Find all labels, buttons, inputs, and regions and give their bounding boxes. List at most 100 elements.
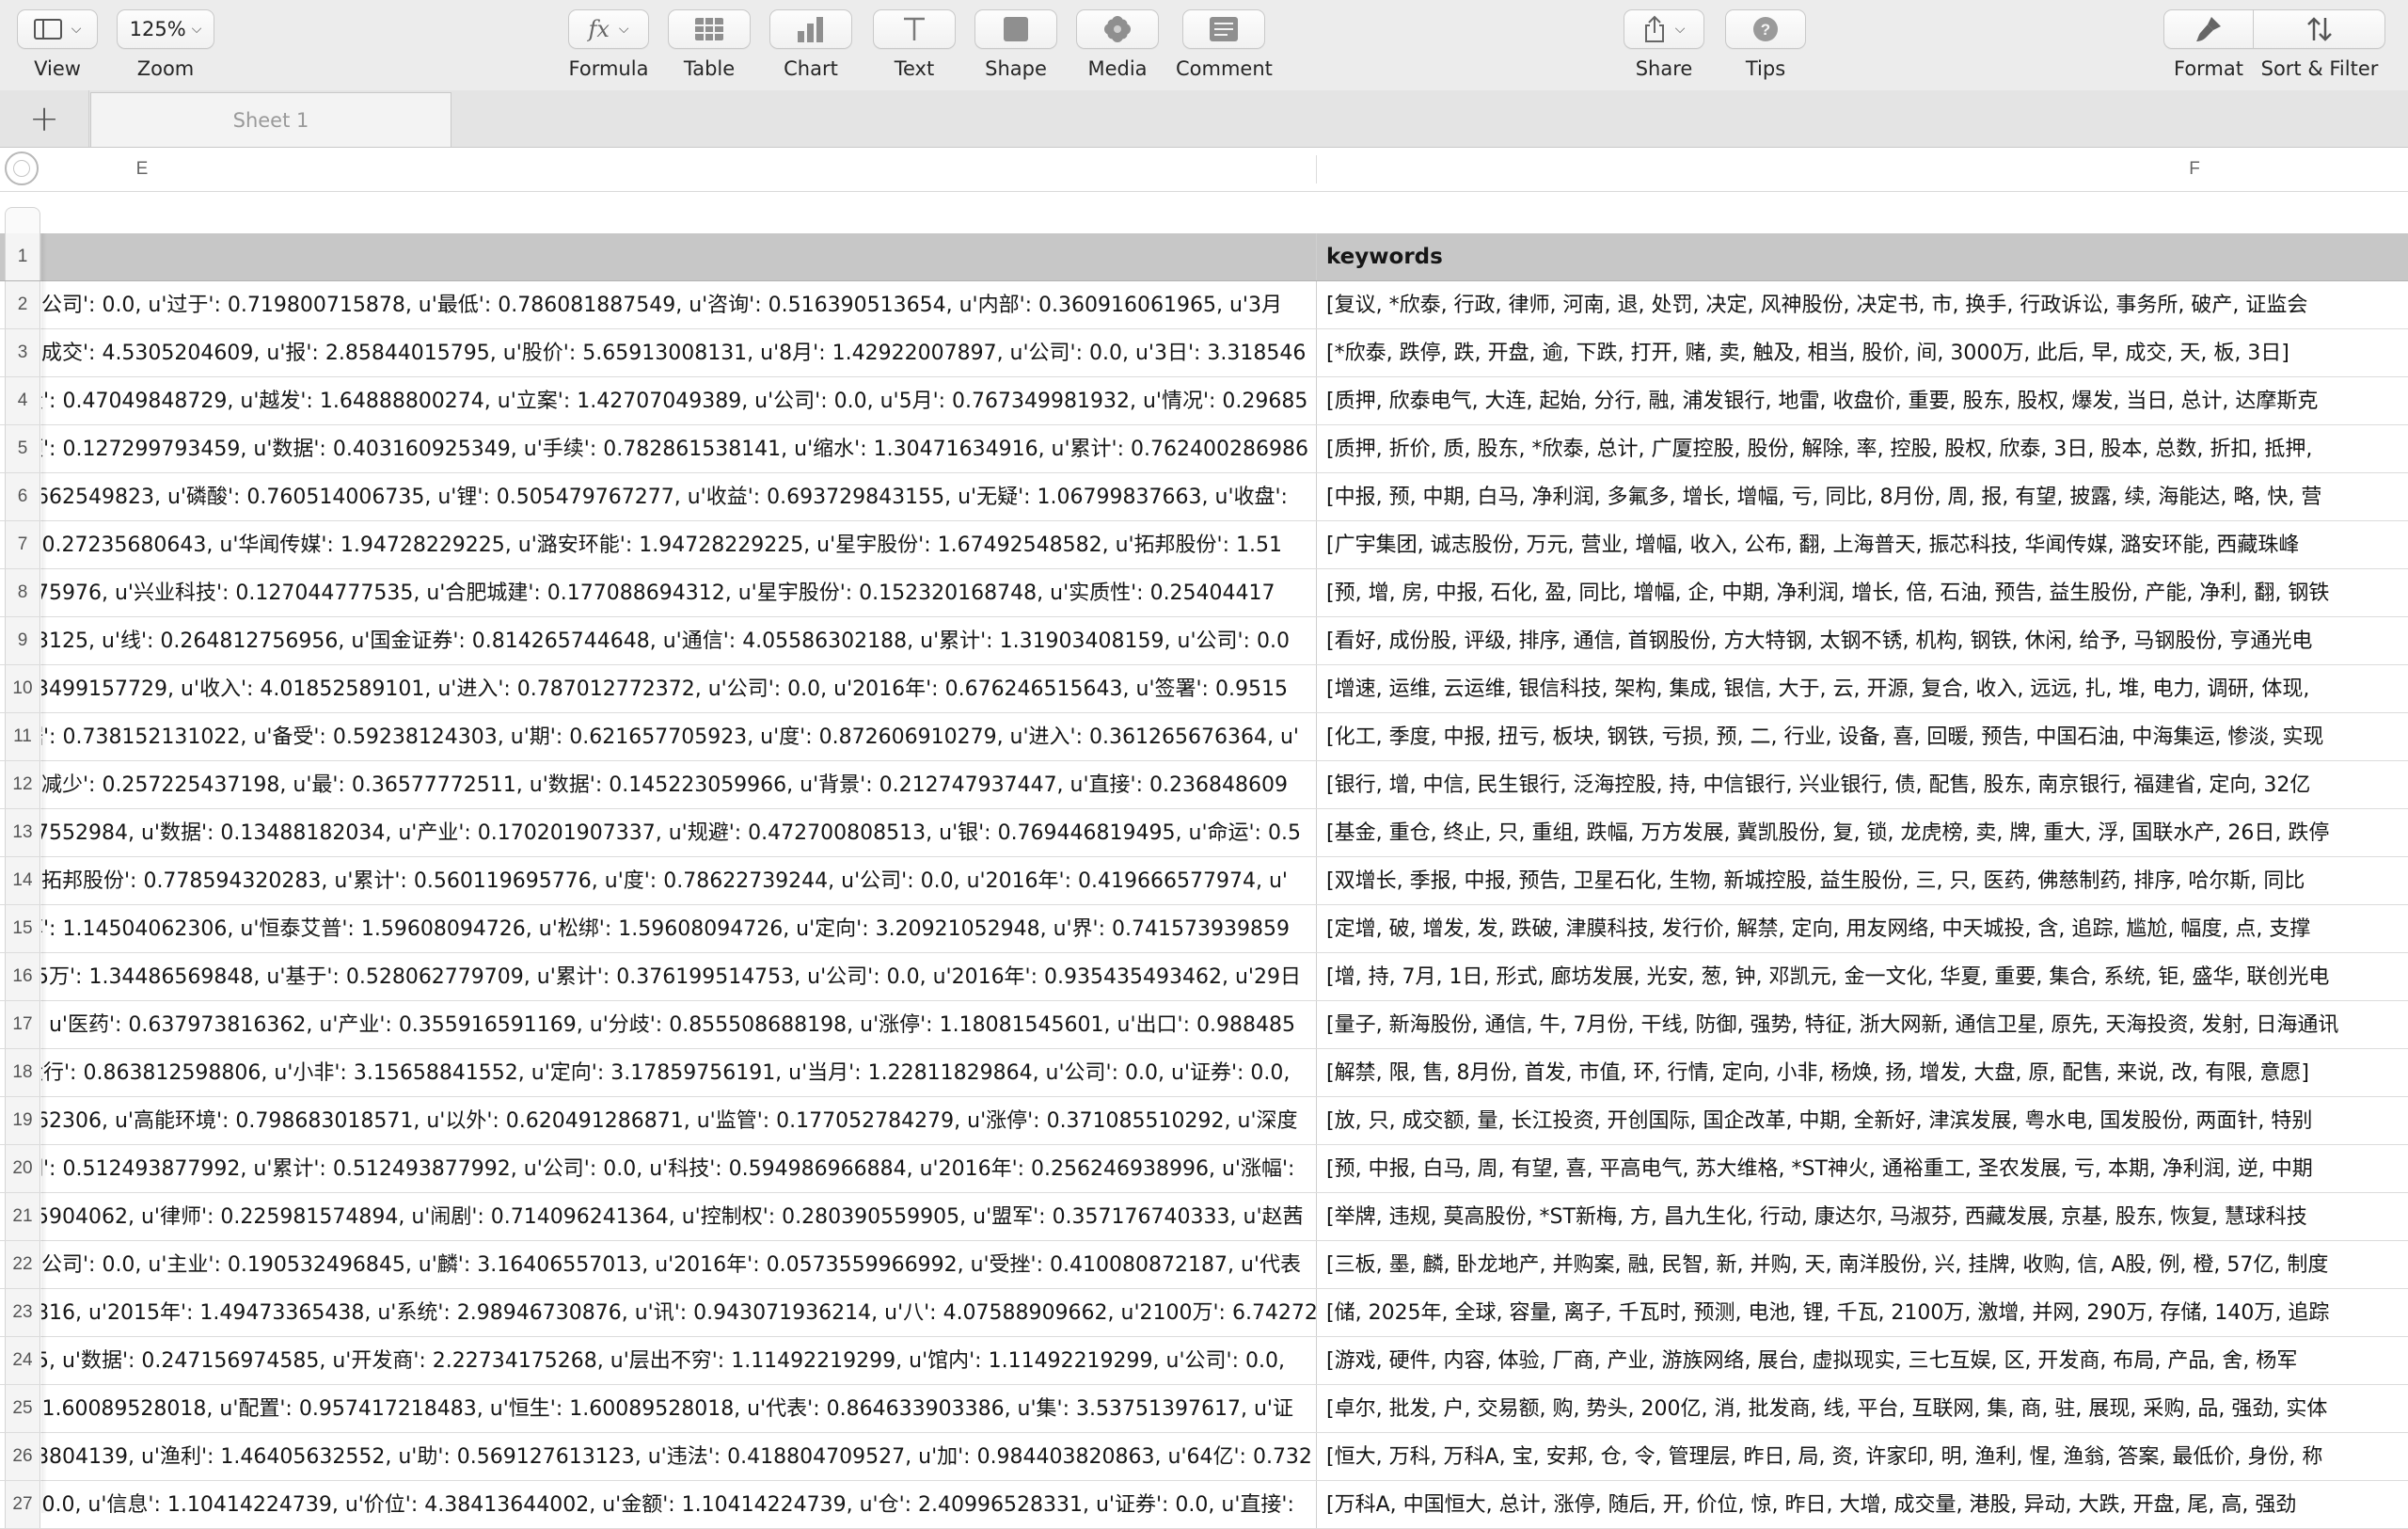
text-button[interactable] <box>873 9 956 49</box>
table-button[interactable] <box>668 9 751 49</box>
view-tool[interactable]: ⌵ View <box>17 9 98 80</box>
cell-e[interactable]: ': 1.60089528018, u'配置': 0.957417218483,… <box>41 1385 1317 1432</box>
row-number[interactable]: 5 <box>5 425 40 472</box>
table-row[interactable]: 6 1662549823, u'磷酸': 0.760514006735, u'锂'… <box>0 473 2408 521</box>
cell-e[interactable]: u'公司': 0.0, u'过于': 0.719800715878, u'最低'… <box>41 281 1317 328</box>
media-button[interactable] <box>1076 9 1159 49</box>
table-row[interactable]: 24 15, u'数据': 0.247156974585, u'开发商': 2.2… <box>0 1337 2408 1385</box>
cell-e[interactable]: 23125, u'线': 0.264812756956, u'国金证券': 0.… <box>41 617 1317 664</box>
cell-e[interactable]: 58804139, u'渔利': 1.46405632552, u'助': 0.… <box>41 1433 1317 1480</box>
table-row[interactable]: 7 ': 0.27235680643, u'华闻传媒': 1.9472822922… <box>0 521 2408 569</box>
table-row[interactable]: 13 07552984, u'数据': 0.13488182034, u'产业':… <box>0 809 2408 857</box>
row-number[interactable]: 16 <box>5 953 40 1000</box>
table-handle[interactable] <box>5 207 40 235</box>
cell-keywords[interactable]: [基金, 重仓, 终止, 只, 重组, 跌幅, 万方发展, 冀凯股份, 复, 锁… <box>1317 809 2408 856</box>
cell-e[interactable]: 额': 0.127299793459, u'数据': 0.40316092534… <box>41 425 1317 472</box>
row-number[interactable]: 19 <box>5 1097 40 1144</box>
cell-keywords[interactable]: [定增, 破, 增发, 发, 跌破, 津膜科技, 发行价, 解禁, 定向, 用友… <box>1317 905 2408 952</box>
table-row[interactable]: 26 58804139, u'渔利': 1.46405632552, u'助': … <box>0 1433 2408 1481</box>
cell-keywords[interactable]: [复议, *欣泰, 行政, 律师, 河南, 退, 处罚, 决定, 风神股份, 决… <box>1317 281 2408 328</box>
cell-keywords[interactable]: [看好, 成份股, 评级, 排序, 通信, 首钢股份, 方大特钢, 太钢不锈, … <box>1317 617 2408 664</box>
cell-keywords[interactable]: [预, 中报, 白马, 周, 有望, 喜, 平高电气, 苏大维格, *ST神火,… <box>1317 1145 2408 1192</box>
row-number[interactable]: 18 <box>5 1049 40 1096</box>
format-tool[interactable]: Format <box>2163 9 2254 80</box>
share-button[interactable]: ⌵ <box>1624 9 1704 49</box>
table-row[interactable]: 18 运行': 0.863812598806, u'小非': 3.15658841… <box>0 1049 2408 1097</box>
table-row[interactable]: 5 额': 0.127299793459, u'数据': 0.4031609253… <box>0 425 2408 473</box>
chart-tool[interactable]: Chart <box>769 9 852 80</box>
cell-e[interactable]: u'公司': 0.0, u'主业': 0.190532496845, u'麟':… <box>41 1241 1317 1288</box>
cell-keywords[interactable]: [质押, 折价, 质, 股东, *欣泰, 总计, 广厦控股, 股份, 解除, 率… <box>1317 425 2408 472</box>
cell-e[interactable]: 15, u'数据': 0.247156974585, u'开发商': 2.227… <box>41 1337 1317 1384</box>
table-row[interactable]: 8 975976, u'兴业科技': 0.127044777535, u'合肥城建… <box>0 569 2408 617</box>
cell-e[interactable]: 率': 1.14504062306, u'恒泰艾普': 1.5960809472… <box>41 905 1317 952</box>
cell-keywords[interactable]: [举牌, 违规, 莫高股份, *ST新梅, 方, 昌九生化, 行动, 康达尔, … <box>1317 1193 2408 1240</box>
column-divider[interactable] <box>1316 155 1317 183</box>
row-number[interactable]: 2 <box>5 281 40 328</box>
table-row[interactable]: 4 段': 0.47049848729, u'越发': 1.64888800274… <box>0 377 2408 425</box>
row-number[interactable]: 11 <box>5 713 40 760</box>
cell-e[interactable]: u'拓邦股份': 0.778594320283, u'累计': 0.560119… <box>41 857 1317 904</box>
row-number[interactable]: 3 <box>5 329 40 376</box>
cell-keywords[interactable]: [三板, 墨, 麟, 卧龙地产, 并购案, 融, 民智, 新, 并购, 天, 南… <box>1317 1241 2408 1288</box>
table-row[interactable]: 14 u'拓邦股份': 0.778594320283, u'累计': 0.5601… <box>0 857 2408 905</box>
shape-tool[interactable]: Shape <box>974 9 1057 80</box>
row-number[interactable]: 23 <box>5 1289 40 1336</box>
row-number[interactable]: 10 <box>5 665 40 712</box>
comment-tool[interactable]: Comment <box>1176 9 1273 80</box>
formula-button[interactable]: fx ⌵ <box>568 9 649 49</box>
chart-button[interactable] <box>769 9 852 49</box>
cell-keywords[interactable]: [广宇集团, 诚志股份, 万元, 营业, 增幅, 收入, 公布, 翻, 上海普天… <box>1317 521 2408 568</box>
cell-keywords[interactable]: [质押, 欣泰电气, 大连, 起始, 分行, 融, 浦发银行, 地雷, 收盘价,… <box>1317 377 2408 424</box>
row-number[interactable]: 7 <box>5 521 40 568</box>
cell-keywords[interactable]: [万科A, 中国恒大, 总计, 涨停, 随后, 开, 价位, 惊, 昨日, 大增… <box>1317 1481 2408 1528</box>
cell-keywords[interactable]: [增, 持, 7月, 1日, 形式, 廊坊发展, 光安, 葱, 钟, 邓凯元, … <box>1317 953 2408 1000</box>
cell-keywords[interactable]: [*欣泰, 跌停, 跌, 开盘, 逾, 下跌, 打开, 赌, 卖, 触及, 相当… <box>1317 329 2408 376</box>
row-number[interactable]: 21 <box>5 1193 40 1240</box>
row-number[interactable]: 26 <box>5 1433 40 1480</box>
row-number[interactable]: 4 <box>5 377 40 424</box>
row-number[interactable]: 8 <box>5 569 40 616</box>
add-sheet-button[interactable]: + <box>0 90 89 147</box>
table-tool[interactable]: Table <box>668 9 751 80</box>
row-number[interactable]: 6 <box>5 473 40 520</box>
cell-keywords[interactable]: [储, 2025年, 全球, 容量, 离子, 千瓦时, 预测, 电池, 锂, 千… <box>1317 1289 2408 1336</box>
cell-keywords[interactable]: [预, 增, 房, 中报, 石化, 盈, 同比, 增幅, 企, 中期, 净利润,… <box>1317 569 2408 616</box>
cell-e[interactable]: 2816, u'2015年': 1.49473365438, u'系统': 2.… <box>41 1289 1317 1336</box>
table-row[interactable]: 21 35904062, u'律师': 0.225981574894, u'闹剧'… <box>0 1193 2408 1241</box>
text-tool[interactable]: Text <box>873 9 956 80</box>
cell-e[interactable]: 975976, u'兴业科技': 0.127044777535, u'合肥城建'… <box>41 569 1317 616</box>
header-cell-keywords[interactable]: keywords <box>1317 233 2408 280</box>
format-button[interactable] <box>2163 9 2254 49</box>
cell-e[interactable]: 83499157729, u'收入': 4.01852589101, u'进入'… <box>41 665 1317 712</box>
tips-tool[interactable]: ? Tips <box>1725 9 1806 80</box>
share-tool[interactable]: ⌵ Share <box>1624 9 1704 80</box>
row-number[interactable]: 1 <box>5 233 40 280</box>
cell-keywords[interactable]: [化工, 季度, 中报, 扭亏, 板块, 钢铁, 亏损, 预, 二, 行业, 设… <box>1317 713 2408 760</box>
column-header-e[interactable]: E <box>43 148 241 191</box>
cell-e[interactable]: 运行': 0.863812598806, u'小非': 3.1565884155… <box>41 1049 1317 1096</box>
cell-e[interactable]: 062306, u'高能环境': 0.798683018571, u'以外': … <box>41 1097 1317 1144</box>
comment-button[interactable] <box>1182 9 1266 49</box>
table-row[interactable]: 3 u'成交': 4.5305204609, u'报': 2.8584401579… <box>0 329 2408 377</box>
row-number[interactable]: 12 <box>5 761 40 808</box>
cell-keywords[interactable]: [恒大, 万科, 万科A, 宝, 安邦, 仓, 令, 管理层, 昨日, 局, 资… <box>1317 1433 2408 1480</box>
select-all-button[interactable] <box>5 151 39 185</box>
table-row[interactable]: 23 2816, u'2015年': 1.49473365438, u'系统': … <box>0 1289 2408 1337</box>
view-button[interactable]: ⌵ <box>17 9 98 49</box>
table-row[interactable]: 10 83499157729, u'收入': 4.01852589101, u'进… <box>0 665 2408 713</box>
cell-e[interactable]: ': 0.27235680643, u'华闻传媒': 1.94728229225… <box>41 521 1317 568</box>
sheet-tab-1[interactable]: Sheet 1 <box>90 92 452 147</box>
row-number[interactable]: 13 <box>5 809 40 856</box>
cell-e[interactable]: 35904062, u'律师': 0.225981574894, u'闹剧': … <box>41 1193 1317 1240</box>
cell-e[interactable]: 07552984, u'数据': 0.13488182034, u'产业': 0… <box>41 809 1317 856</box>
cell-keywords[interactable]: [中报, 预, 中期, 白马, 净利润, 多氟多, 增长, 增幅, 亏, 同比,… <box>1317 473 2408 520</box>
table-row[interactable]: 11 据': 0.738152131022, u'备受': 0.592381243… <box>0 713 2408 761</box>
sort-filter-tool[interactable]: Sort & Filter <box>2254 9 2385 80</box>
table-row[interactable]: 19 062306, u'高能环境': 0.798683018571, u'以外'… <box>0 1097 2408 1145</box>
row-number[interactable]: 22 <box>5 1241 40 1288</box>
zoom-tool[interactable]: 125% ⌵ Zoom <box>117 9 214 80</box>
media-tool[interactable]: Media <box>1076 9 1159 80</box>
cell-keywords[interactable]: [放, 只, 成交额, 量, 长江投资, 开创国际, 国企改革, 中期, 全新好… <box>1317 1097 2408 1144</box>
row-number[interactable]: 27 <box>5 1481 40 1528</box>
